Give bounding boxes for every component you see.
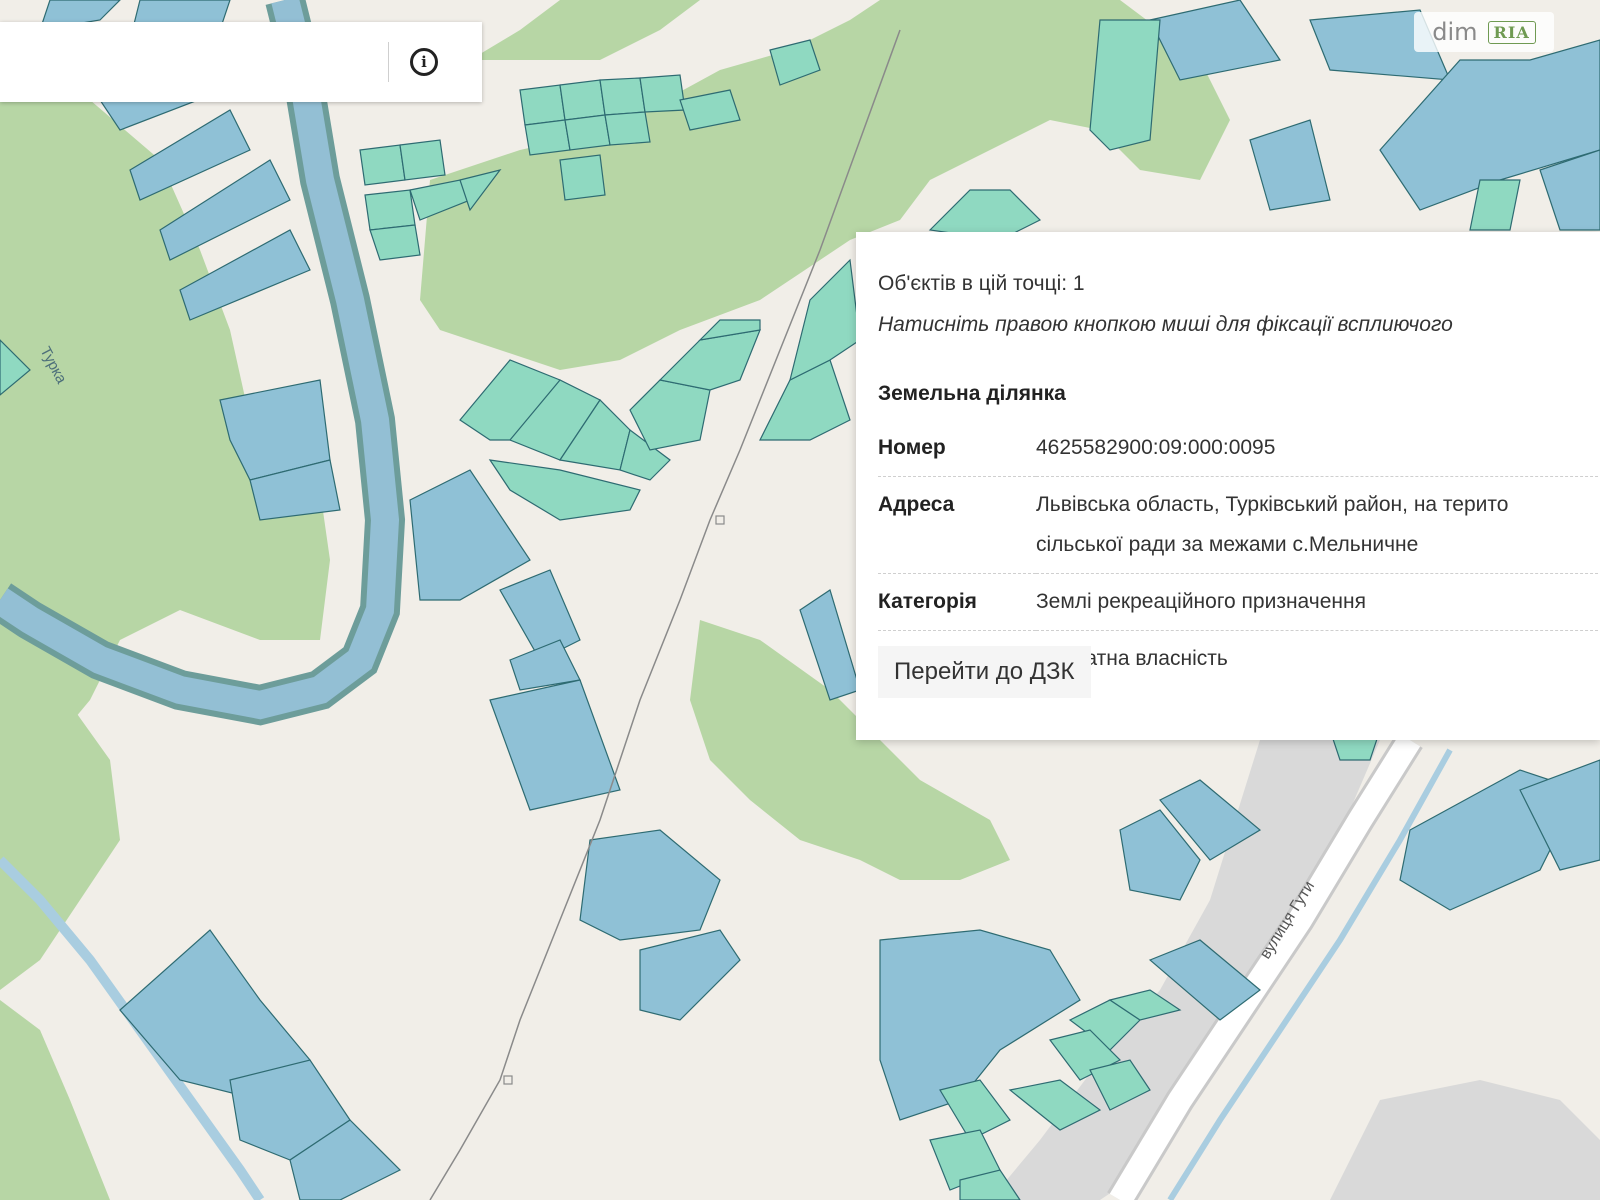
row-value-number: 4625582900:09:000:0095 (1036, 420, 1600, 477)
row-key-number: Номер (878, 420, 1036, 477)
table-row: Адреса Львівська область, Турківський ра… (878, 476, 1600, 574)
watermark-ria: RIA (1487, 20, 1536, 44)
table-row: Категорія Землі рекреаційного призначенн… (878, 573, 1600, 631)
fix-popup-hint: Натисніть правою кнопкою миші для фіксац… (878, 313, 1453, 336)
info-icon[interactable]: i (410, 48, 438, 76)
table-row: Номер 4625582900:09:000:0095 (878, 420, 1600, 477)
objects-count: Об'єктів в цій точці: 1 (878, 272, 1085, 295)
parcel-info-popup: Об'єктів в цій точці: 1 Натисніть правою… (856, 232, 1600, 740)
address-line-1: Львівська область, Турківський район, на… (1036, 493, 1509, 516)
object-type-title: Земельна ділянка (878, 382, 1066, 405)
go-to-dzk-button[interactable]: Перейти до ДЗК (878, 646, 1091, 698)
row-value-address: Львівська область, Турківський район, на… (1036, 476, 1600, 574)
search-divider (388, 42, 389, 82)
row-key-category: Категорія (878, 573, 1036, 631)
address-line-2: сільської ради за межами с.Мельничне (1036, 533, 1419, 556)
watermark-logo: dim RIA (1414, 12, 1554, 52)
row-value-ownership: Приватна власність (1036, 647, 1228, 670)
search-bar: i (0, 22, 482, 102)
row-value-category: Землі рекреаційного призначення (1036, 573, 1600, 631)
row-key-address: Адреса (878, 476, 1036, 574)
watermark-dim: dim (1432, 18, 1478, 46)
search-input[interactable] (0, 22, 385, 102)
